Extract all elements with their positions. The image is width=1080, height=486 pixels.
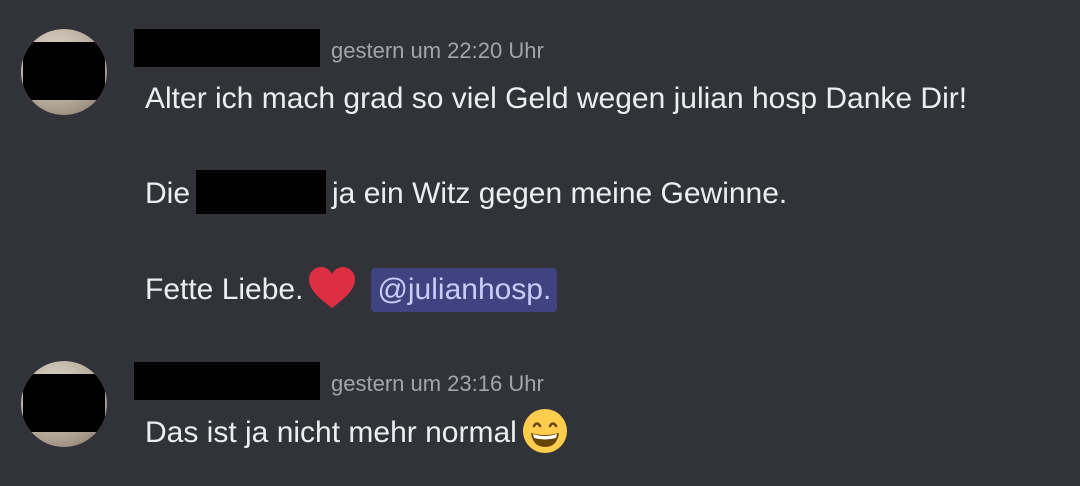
message-text: Alter ich mach grad so viel Geld wegen j… [145,82,968,115]
message-line: Die ja ein Witz gegen meine Gewinne. [145,170,788,215]
message-line: Fette Liebe. @julianhosp. [145,266,558,312]
message-timestamp: gestern um 22:20 Uhr [331,38,544,63]
message-text: ja ein Witz gegen meine Gewinne. [332,177,788,210]
message-text: Die [145,177,191,210]
username-redacted [134,29,320,67]
chat-messages: gestern um 22:20 Uhr Alter ich mach grad… [0,0,1080,486]
grinning-face-icon [521,407,569,455]
heart-icon [307,266,357,310]
username-redacted [134,362,320,400]
avatar[interactable] [21,361,107,447]
user-mention[interactable]: @julianhosp. [371,268,558,312]
message-line: Das ist ja nicht mehr normal [145,409,569,455]
avatar[interactable] [21,29,107,115]
redaction-box [23,374,105,432]
message-text: Fette Liebe. [145,273,304,306]
message-line: Alter ich mach grad so viel Geld wegen j… [145,80,967,118]
message-text: Das ist ja nicht mehr normal [145,415,517,449]
redaction-box [196,170,327,215]
redaction-box [23,42,105,100]
message-timestamp: gestern um 23:16 Uhr [331,371,544,396]
